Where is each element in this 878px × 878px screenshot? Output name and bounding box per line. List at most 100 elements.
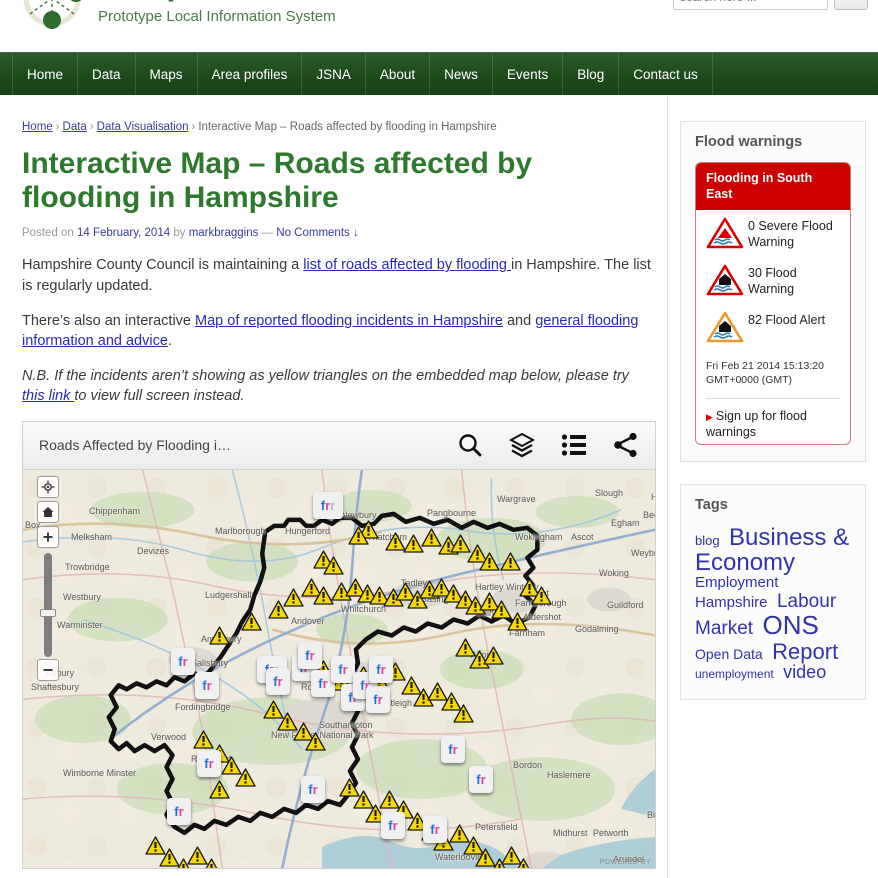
- post-meta-author[interactable]: markbraggins: [189, 227, 259, 239]
- breadcrumb-data[interactable]: Data: [63, 121, 87, 133]
- breadcrumb-data-visualisation[interactable]: Data Visualisation: [97, 121, 189, 133]
- flood-incident-marker[interactable]: [531, 586, 552, 605]
- nav-item-events[interactable]: Events: [493, 53, 564, 95]
- map-navigation-controls[interactable]: [35, 475, 61, 684]
- tag-link[interactable]: Open Data: [695, 646, 763, 662]
- main-content: Home › Data › Data Visualisation › Interactive…: [10, 95, 668, 878]
- search-go-button[interactable]: Go: [834, 0, 868, 10]
- flood-incident-marker[interactable]: [507, 612, 528, 631]
- site-search[interactable]: Go: [673, 0, 868, 10]
- flood-incident-marker[interactable]: [500, 552, 521, 571]
- map-incident-markers[interactable]: frrfrrfrfrfrfrfrfrfrfrfrfrfrfrfrfrfrfrfr…: [23, 470, 655, 868]
- tag-link[interactable]: ONS: [763, 610, 819, 640]
- paragraph-3-nb: N.B. If the incidents aren’t showing as …: [22, 366, 655, 407]
- post-meta-comments-link[interactable]: No Comments ↓: [276, 227, 358, 239]
- paragraph-1-text-a: Hampshire County Council is maintaining …: [22, 257, 304, 274]
- link-list-of-roads[interactable]: list of roads affected by flooding: [303, 257, 511, 273]
- flood-row-warning-label: 30 Flood Warning: [748, 266, 797, 297]
- embedded-map-widget[interactable]: Roads Affected by Flooding i… Chippenham…: [22, 420, 656, 869]
- flood-report-cluster-marker[interactable]: fr: [171, 647, 195, 675]
- tag-link[interactable]: unemployment: [695, 667, 774, 681]
- flood-incident-marker[interactable]: [453, 704, 474, 723]
- zoom-out-icon[interactable]: [37, 658, 59, 681]
- share-icon[interactable]: [613, 432, 639, 458]
- tag-link[interactable]: Report: [772, 639, 838, 664]
- page-title: Interactive Map – Roads affected by floo…: [22, 147, 533, 215]
- flood-incident-marker[interactable]: [235, 768, 256, 787]
- flood-incident-marker[interactable]: [513, 858, 534, 868]
- flood-incident-marker[interactable]: [209, 626, 230, 645]
- flood-row-warning[interactable]: 30 Flood Warning: [696, 257, 850, 304]
- flood-incident-marker[interactable]: [323, 556, 344, 575]
- nav-item-about[interactable]: About: [366, 53, 431, 95]
- nav-item-home[interactable]: Home: [12, 53, 79, 95]
- link-map-of-incidents[interactable]: Map of reported flooding incidents in Ha…: [195, 313, 503, 329]
- flood-report-cluster-marker[interactable]: fr: [366, 685, 390, 713]
- flood-incident-marker[interactable]: [201, 858, 222, 868]
- flood-report-cluster-marker[interactable]: fr: [469, 765, 493, 793]
- breadcrumb-home[interactable]: Home: [22, 121, 53, 133]
- paragraph-1: Hampshire County Council is maintaining …: [22, 255, 655, 296]
- nav-item-news[interactable]: News: [430, 53, 493, 95]
- zoom-slider[interactable]: [40, 552, 56, 657]
- map-title: Roads Affected by Flooding i…: [39, 437, 231, 454]
- tag-link[interactable]: Business & Economy: [695, 524, 849, 576]
- flood-report-cluster-marker[interactable]: fr: [331, 655, 355, 683]
- paragraph-2-text-b: .: [167, 333, 172, 350]
- flood-report-cluster-marker[interactable]: frr: [313, 491, 343, 519]
- breadcrumb: Home › Data › Data Visualisation › Interactive…: [22, 121, 655, 133]
- flood-incident-marker[interactable]: [305, 732, 326, 751]
- flood-incident-marker[interactable]: [209, 780, 230, 799]
- flood-report-cluster-marker[interactable]: fr: [381, 811, 405, 839]
- nav-item-area-profiles[interactable]: Area profiles: [198, 53, 303, 95]
- flood-row-severe[interactable]: 0 Severe Flood Warning: [696, 210, 850, 257]
- tags-widget: Tags blog Business & Economy Employment …: [680, 484, 866, 701]
- flood-report-cluster-marker[interactable]: fr: [369, 655, 393, 683]
- tag-link[interactable]: Employment: [695, 574, 778, 591]
- home-icon[interactable]: [37, 500, 59, 523]
- layers-icon[interactable]: [509, 432, 535, 458]
- flood-report-cluster-marker[interactable]: fr: [423, 815, 447, 843]
- tag-link[interactable]: Hampshire: [695, 594, 768, 611]
- flood-signup-link[interactable]: ▶ Sign up for flood warnings: [706, 397, 840, 444]
- flood-timestamp: Fri Feb 21 2014 15:13:20 GMT+0000 (GMT): [706, 360, 824, 387]
- map-canvas[interactable]: Chippenham Box Melksham Devizes Marlborough H…: [23, 469, 655, 868]
- flood-report-cluster-marker[interactable]: fr: [195, 671, 219, 699]
- flood-report-cluster-marker[interactable]: fr: [266, 667, 290, 695]
- flood-incident-marker[interactable]: [348, 526, 369, 545]
- flood-card: Flooding in South East 0 Severe Flood Wa…: [695, 162, 851, 446]
- site-brand[interactable]: Hampshire Hub Prototype Local Informatio…: [16, 0, 336, 34]
- flood-report-cluster-marker[interactable]: fr: [197, 749, 221, 777]
- nav-item-jsna[interactable]: JSNA: [302, 53, 366, 95]
- tag-link[interactable]: video: [783, 662, 826, 682]
- tag-link[interactable]: blog: [695, 533, 720, 548]
- flood-incident-marker[interactable]: [241, 612, 262, 631]
- search-icon[interactable]: [457, 432, 483, 458]
- locate-icon[interactable]: [37, 475, 59, 498]
- flood-report-cluster-marker[interactable]: fr: [441, 735, 465, 763]
- zoom-slider-thumb[interactable]: [40, 608, 56, 617]
- flood-alert-icon: [706, 310, 744, 349]
- flood-row-alert[interactable]: 82 Flood Alert: [696, 304, 850, 351]
- zoom-in-icon[interactable]: [37, 525, 59, 548]
- post-meta-by: by: [173, 227, 186, 240]
- legend-list-icon[interactable]: [561, 432, 587, 458]
- paragraph-2-text-mid: and: [502, 312, 536, 329]
- link-this-link[interactable]: this link: [22, 388, 74, 404]
- nav-item-data[interactable]: Data: [78, 53, 136, 95]
- flood-signup-label: Sign up for flood warnings: [706, 408, 807, 439]
- post-meta-posted-on: Posted on: [22, 227, 74, 240]
- flood-report-cluster-marker[interactable]: fr: [298, 641, 322, 669]
- flood-report-cluster-marker[interactable]: fr: [167, 797, 191, 825]
- flood-incident-marker[interactable]: [479, 552, 500, 571]
- flood-warning-icon: [706, 263, 744, 302]
- flood-incident-marker[interactable]: [483, 646, 504, 665]
- nav-item-maps[interactable]: Maps: [136, 53, 198, 95]
- paragraph-3-text-a: N.B. If the incidents aren’t showing as …: [22, 367, 629, 384]
- nav-item-blog[interactable]: Blog: [563, 53, 620, 95]
- search-input[interactable]: [673, 0, 828, 10]
- flood-report-cluster-marker[interactable]: fr: [301, 775, 325, 803]
- post-meta-date[interactable]: 14 February, 2014: [77, 227, 170, 239]
- nav-item-contact-us[interactable]: Contact us: [619, 53, 713, 95]
- breadcrumb-current: Interactive Map – Roads affected by floo…: [198, 121, 497, 133]
